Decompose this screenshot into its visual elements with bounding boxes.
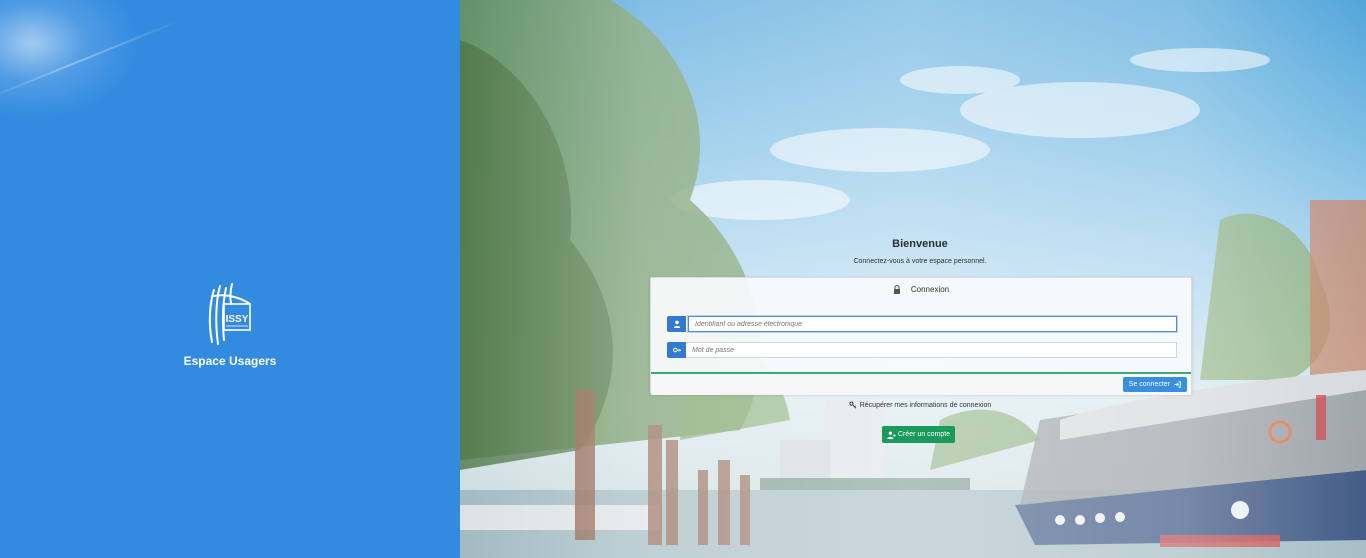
- light-glow: [0, 0, 140, 120]
- welcome-title: Bienvenue: [892, 238, 948, 250]
- login-card: Connexion Se connecter: [650, 277, 1192, 395]
- logo-text: ISSY: [226, 314, 249, 325]
- recover-credentials-label: Récupérer mes informations de connexion: [859, 401, 992, 409]
- login-card-title: Connexion: [910, 284, 950, 294]
- login-button-label: Se connecter: [1128, 381, 1170, 388]
- welcome-subtitle: Connectez-vous à votre espace personnel.: [853, 258, 987, 265]
- password-field-group: [667, 342, 1177, 358]
- login-card-header: Connexion: [651, 278, 1191, 300]
- identifier-field-group: [667, 316, 1177, 332]
- login-card-footer: Se connecter: [651, 372, 1191, 395]
- password-input[interactable]: [686, 342, 1177, 358]
- identifier-input[interactable]: [688, 316, 1177, 332]
- login-button[interactable]: Se connecter: [1122, 377, 1187, 392]
- brand-panel: ISSY Espace Usagers: [0, 0, 460, 558]
- keys-icon: [849, 401, 857, 409]
- issy-logo-icon: ISSY: [208, 283, 251, 345]
- brand-logo-block: ISSY Espace Usagers: [180, 282, 280, 368]
- create-account-label: Créer un compte: [898, 431, 951, 438]
- add-user-icon: [887, 431, 896, 439]
- create-account-button[interactable]: Créer un compte: [882, 426, 956, 443]
- sign-in-icon: [1174, 381, 1181, 388]
- key-icon: [667, 342, 686, 358]
- brand-name: Espace Usagers: [183, 354, 277, 368]
- lock-icon: [893, 284, 900, 294]
- recover-credentials-link[interactable]: Récupérer mes informations de connexion: [780, 401, 1060, 409]
- user-icon: [667, 316, 686, 332]
